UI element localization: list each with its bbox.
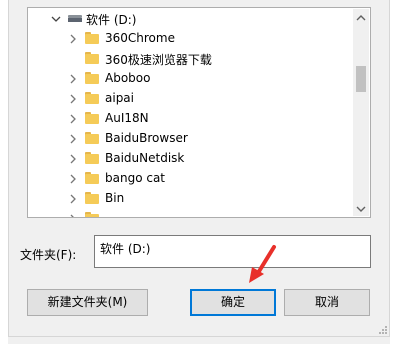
tree-item-aui18n[interactable]: AuI18N — [28, 109, 352, 129]
folder-icon — [85, 192, 99, 204]
tree-item-baidunetdisk[interactable]: BaiduNetdisk — [28, 149, 352, 169]
folder-icon — [85, 212, 99, 217]
tree-item-label: 360极速浏览器下载 — [105, 53, 212, 67]
new-folder-button[interactable]: 新建文件夹(M) — [27, 289, 148, 316]
tree-item-label: 软件 (D:) — [86, 13, 137, 27]
tree-item-label: AuI18N — [105, 111, 149, 125]
tree-item-label: 360Chrome — [105, 31, 175, 45]
tree-item-aboboo[interactable]: Aboboo — [28, 69, 352, 89]
tree-item-drive-d[interactable]: 软件 (D:) — [28, 9, 352, 29]
folder-field-label: 文件夹(F): — [20, 248, 77, 262]
tree-item-label: BaiduBrowser — [105, 131, 188, 145]
chevron-right-icon[interactable] — [68, 114, 78, 124]
tree-item-aipai[interactable]: aipai — [28, 89, 352, 109]
folder-icon — [85, 52, 99, 64]
tree-item-label: aipai — [105, 91, 134, 105]
chevron-right-icon[interactable] — [68, 154, 78, 164]
folder-icon — [85, 172, 99, 184]
drive-icon — [68, 15, 82, 23]
chevron-down-icon[interactable] — [51, 14, 61, 24]
window-frame-left — [0, 0, 9, 344]
scrollbar-thumb[interactable] — [356, 66, 366, 92]
tree-item-bango-cat[interactable]: bango cat — [28, 169, 352, 189]
tree-item-360-browser-downloads[interactable]: 360极速浏览器下载 — [28, 49, 352, 69]
tree-item-label: Bin — [105, 191, 125, 205]
folder-path-input[interactable]: 软件 (D:) — [94, 235, 371, 268]
chevron-right-icon[interactable] — [68, 214, 78, 217]
cancel-button[interactable]: 取消 — [284, 289, 370, 316]
tree-item-360chrome[interactable]: 360Chrome — [28, 29, 352, 49]
chevron-right-icon[interactable] — [68, 134, 78, 144]
folder-icon — [85, 152, 99, 164]
scroll-up-icon[interactable] — [356, 12, 366, 22]
folder-icon — [85, 72, 99, 84]
folder-icon — [85, 132, 99, 144]
window-frame-right — [389, 0, 396, 344]
chevron-right-icon[interactable] — [68, 174, 78, 184]
chevron-right-icon[interactable] — [68, 94, 78, 104]
folder-tree[interactable]: 软件 (D:) 360Chrome 360极速浏览器下载 Aboboo aipa… — [27, 7, 371, 218]
scroll-down-icon[interactable] — [356, 203, 366, 213]
tree-item-bin[interactable]: Bin — [28, 189, 352, 209]
tree-item-label: BaiduNetdisk — [105, 151, 185, 165]
tree-item-label: Aboboo — [105, 71, 151, 85]
tree-item-label: bango cat — [105, 171, 166, 185]
red-arrow-pointer-icon — [249, 245, 276, 283]
ok-button[interactable]: 确定 — [190, 289, 276, 316]
folder-icon — [85, 92, 99, 104]
chevron-right-icon[interactable] — [68, 74, 78, 84]
chevron-right-icon[interactable] — [68, 194, 78, 204]
folder-icon — [85, 112, 99, 124]
chevron-right-icon[interactable] — [68, 34, 78, 44]
resize-grip-icon[interactable] — [378, 325, 388, 335]
tree-item-baidubrowser[interactable]: BaiduBrowser — [28, 129, 352, 149]
tree-item-partial[interactable] — [28, 209, 352, 217]
window-frame-bottom — [8, 336, 390, 344]
vertical-scrollbar[interactable] — [353, 9, 369, 216]
folder-icon — [85, 32, 99, 44]
